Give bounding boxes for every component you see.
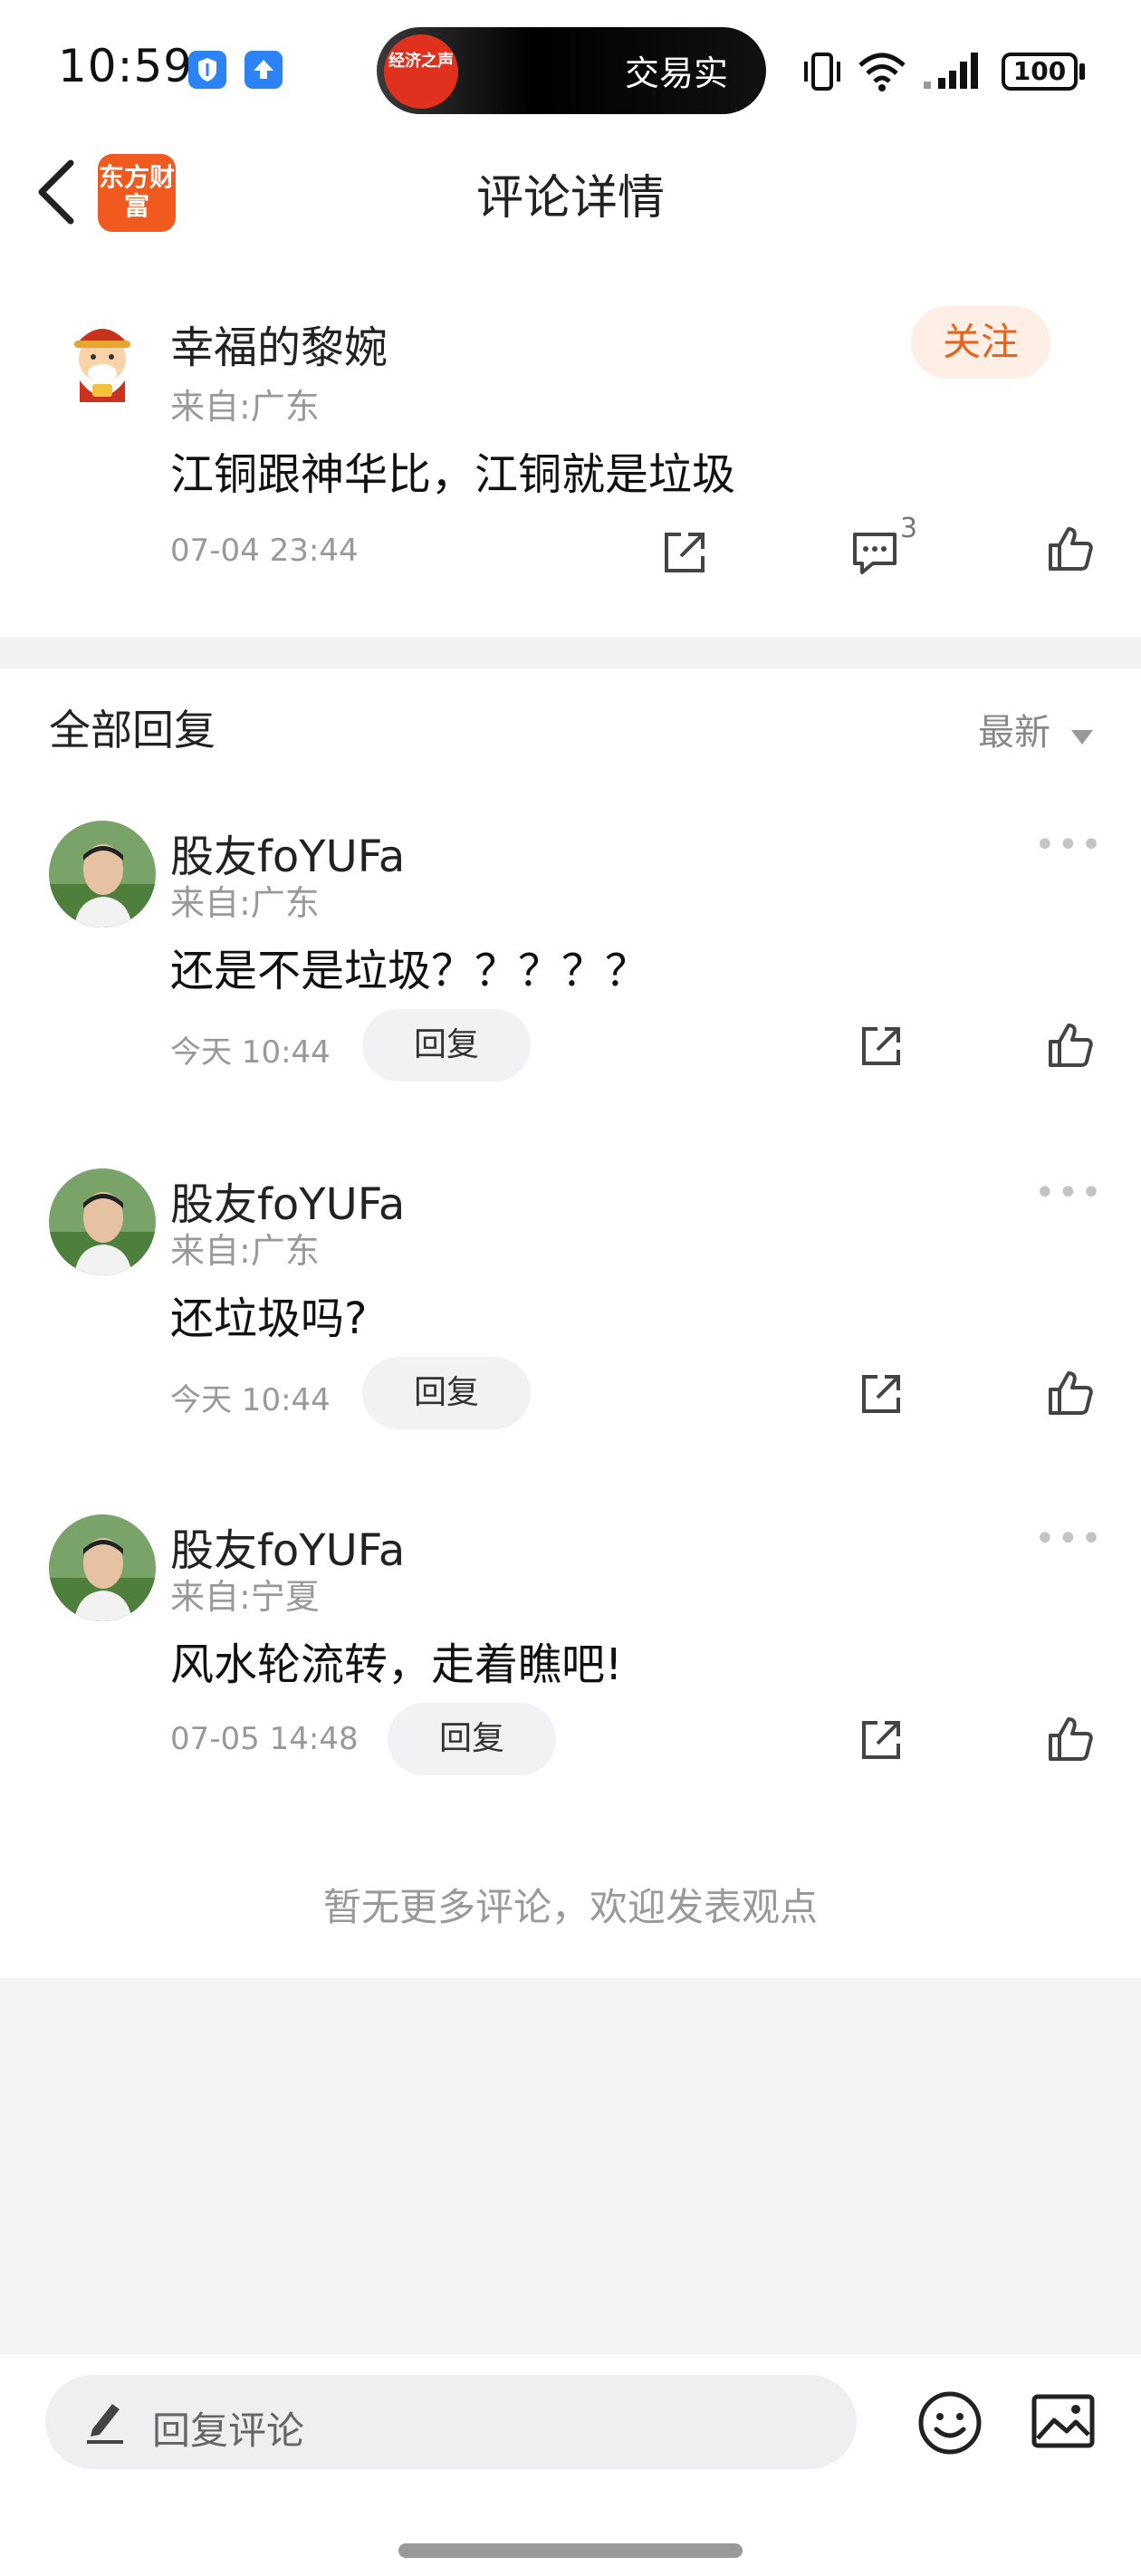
upload-arrow-icon	[244, 51, 283, 89]
security-shield-icon	[188, 51, 226, 89]
replies-section-title: 全部回复	[49, 706, 216, 755]
home-indicator[interactable]	[398, 2543, 743, 2558]
signal-icon	[920, 49, 989, 94]
reply-origin: 来自:广东	[170, 883, 320, 923]
battery-tip	[1079, 63, 1085, 80]
reply-button[interactable]: 回复	[362, 1357, 531, 1429]
more-icon[interactable]: •••	[1034, 824, 1104, 866]
island-app-logo: 经济之声	[384, 34, 458, 109]
reply-button[interactable]: 回复	[362, 1009, 531, 1081]
comment-icon[interactable]	[851, 531, 898, 578]
main-comment-time: 07-04 23:44	[170, 533, 359, 569]
island-text: 交易实	[625, 53, 729, 93]
main-comment-avatar[interactable]	[49, 304, 156, 411]
section-divider	[0, 638, 1141, 668]
vibrate-icon	[801, 51, 844, 96]
reply-time: 07-05 14:48	[170, 1721, 359, 1757]
share-icon[interactable]	[858, 1717, 904, 1766]
more-icon[interactable]: •••	[1034, 1518, 1104, 1560]
sort-dropdown[interactable]: 最新	[978, 703, 1095, 755]
reply-text: 还是不是垃圾？？？？？	[170, 946, 649, 996]
sort-label: 最新	[978, 712, 1050, 754]
battery-indicator: 100	[1002, 53, 1078, 91]
like-icon[interactable]	[1047, 1716, 1094, 1766]
pen-icon	[83, 2397, 129, 2449]
reply-count: 3	[900, 513, 918, 544]
reply-input-placeholder: 回复评论	[152, 2408, 305, 2453]
wifi-icon	[857, 49, 907, 96]
share-icon[interactable]	[858, 1371, 904, 1420]
page-title: 评论详情	[475, 171, 665, 226]
reply-origin: 来自:宁夏	[170, 1577, 320, 1617]
share-icon[interactable]	[858, 1024, 904, 1072]
like-icon[interactable]	[1047, 1370, 1094, 1420]
emoji-icon[interactable]	[916, 2389, 983, 2460]
main-comment-username[interactable]: 幸福的黎婉	[170, 312, 388, 375]
like-icon[interactable]	[1047, 525, 1094, 576]
reply-button[interactable]: 回复	[388, 1703, 556, 1775]
status-time: 10:59	[58, 40, 194, 92]
main-comment-origin: 来自:广东	[170, 387, 320, 427]
main-comment-text: 江铜跟神华比，江铜就是垃圾	[170, 449, 736, 500]
reply-text: 风水轮流转，走着瞧吧!	[170, 1639, 623, 1690]
empty-area	[0, 1978, 1141, 2353]
sort-arrow-icon	[1069, 714, 1095, 755]
reply-avatar[interactable]	[49, 821, 156, 928]
more-icon[interactable]: •••	[1034, 1172, 1104, 1214]
image-icon[interactable]	[1031, 2393, 1096, 2455]
follow-button[interactable]: 关注	[911, 306, 1050, 379]
reply-time: 今天 10:44	[170, 1034, 331, 1071]
reply-time: 今天 10:44	[170, 1382, 331, 1418]
reply-avatar[interactable]	[49, 1168, 156, 1275]
no-more-comments-note: 暂无更多评论，欢迎发表观点	[322, 1885, 818, 1929]
reply-origin: 来自:广东	[170, 1231, 320, 1271]
reply-text: 还垃圾吗?	[170, 1293, 368, 1344]
reply-avatar[interactable]	[49, 1514, 156, 1621]
like-icon[interactable]	[1047, 1022, 1094, 1072]
share-icon[interactable]	[661, 529, 708, 580]
